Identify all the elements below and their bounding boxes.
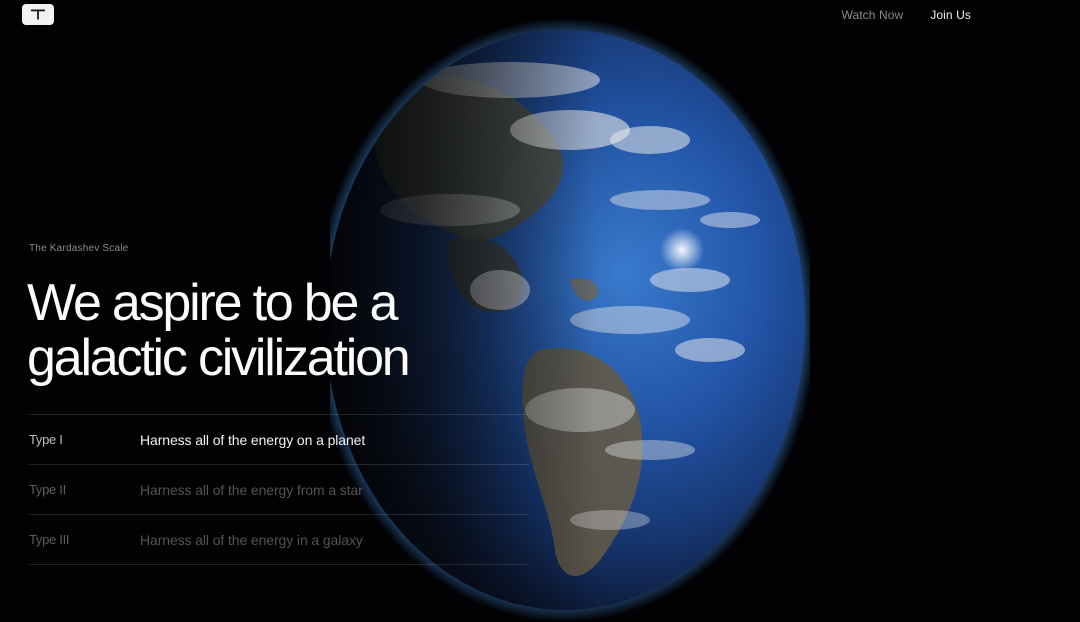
scale-description: Harness all of the energy on a planet <box>140 431 366 448</box>
top-nav: Watch Now Join Us <box>841 8 971 22</box>
logo-button[interactable] <box>22 4 54 25</box>
scale-description: Harness all of the energy from a star <box>140 481 363 498</box>
scale-item-type-3[interactable]: Type III Harness all of the energy in a … <box>29 514 529 565</box>
hero-headline: We aspire to be a galactic civilization <box>27 274 411 387</box>
scale-description: Harness all of the energy in a galaxy <box>140 531 363 548</box>
scale-type-label: Type I <box>29 432 63 447</box>
landing-page: Watch Now Join Us The Kardashev Scale We… <box>0 0 1080 622</box>
join-us-link[interactable]: Join Us <box>930 8 971 22</box>
scale-item-type-2[interactable]: Type II Harness all of the energy from a… <box>29 464 529 514</box>
scale-type-label: Type III <box>29 532 70 547</box>
section-eyebrow: The Kardashev Scale <box>29 243 129 254</box>
t-logo-icon <box>31 9 45 20</box>
watch-now-link[interactable]: Watch Now <box>841 8 903 22</box>
scale-type-label: Type II <box>29 482 66 497</box>
scale-item-type-1[interactable]: Type I Harness all of the energy on a pl… <box>29 414 529 464</box>
kardashev-scale-list: Type I Harness all of the energy on a pl… <box>29 414 529 565</box>
